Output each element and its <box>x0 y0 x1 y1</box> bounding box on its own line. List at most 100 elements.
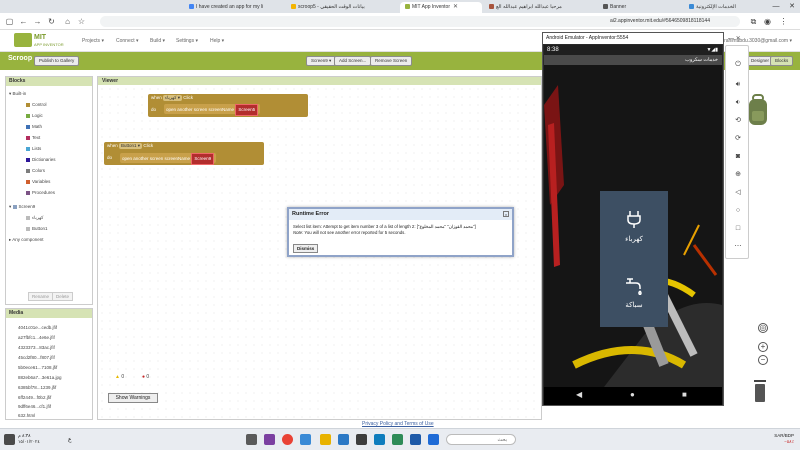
trash-icon[interactable] <box>752 378 768 404</box>
menu-connect[interactable]: Connect ▾ <box>116 38 139 44</box>
media-item[interactable]: 4323373...83ac.jfif <box>18 345 55 350</box>
zoom-icon[interactable]: ⊕ <box>733 170 743 180</box>
taskbar-clock[interactable]: ٨:٣٨ م ١٥/٠١/٢٠٢٤ <box>18 433 40 445</box>
app-icon[interactable] <box>246 434 257 445</box>
zoom-out-icon[interactable]: − <box>758 355 768 365</box>
rename-button[interactable]: Rename <box>28 292 54 301</box>
tree-component-1[interactable]: Button1 <box>26 226 48 231</box>
rotate-left-icon[interactable]: ⟲ <box>733 116 743 126</box>
taskbar-search[interactable]: بحث <box>446 434 516 445</box>
media-item[interactable]: 882eb6a7...3e61a.jpg <box>18 375 62 380</box>
open-screen-block-1[interactable]: open another screen screenName Screen5 <box>164 104 261 116</box>
screen-name-string[interactable]: Screen9 <box>191 153 215 165</box>
blocks-button[interactable]: Blocks <box>770 56 794 66</box>
tab-1[interactable]: scroop5 - بيانات الوقت الحقيقي <box>286 2 406 13</box>
media-item[interactable]: 6385bf78...1239.jfif <box>18 385 56 390</box>
screen-selector[interactable]: Screen9 ▾ <box>306 56 337 66</box>
tab-0[interactable]: I have created an app for my li <box>184 2 284 13</box>
back-triangle-icon[interactable]: ◁ <box>733 188 743 198</box>
url-field[interactable]: ai2.appinventor.mit.edu/#564650981811814… <box>100 16 740 27</box>
sidebar-icon[interactable]: ▢ <box>4 16 15 27</box>
tab-5[interactable]: الخدمات الإلكترونية <box>684 2 764 13</box>
component-dropdown[interactable]: كهرباء ▾ <box>163 95 182 101</box>
power-icon[interactable]: ⏻ <box>733 60 743 70</box>
minimize-button[interactable]: — <box>768 0 784 13</box>
home-circle-icon[interactable]: ○ <box>733 206 743 216</box>
app-icon[interactable] <box>392 434 403 445</box>
electric-plug-icon[interactable] <box>624 209 644 229</box>
close-tab-icon[interactable]: ✕ <box>453 4 458 10</box>
store-icon[interactable] <box>338 434 349 445</box>
more-icon[interactable]: ⋯ <box>733 242 743 252</box>
menu-icon[interactable]: ⋮ <box>778 16 789 27</box>
menu-settings[interactable]: Settings ▾ <box>176 38 198 44</box>
extensions-icon[interactable]: ⧉ <box>748 16 759 27</box>
tree-item-control[interactable]: Control <box>26 102 47 107</box>
phone-screen[interactable]: كهرباء سباكة <box>544 65 722 387</box>
tree-any-component[interactable]: ▸ Any component <box>9 237 44 243</box>
media-item[interactable]: a27fbfc1...4e6e.jfif <box>18 335 55 340</box>
language-indicator[interactable]: ع <box>68 436 72 443</box>
water-faucet-icon[interactable] <box>624 275 644 297</box>
close-window-button[interactable]: ✕ <box>784 0 800 13</box>
add-screen-button[interactable]: Add Screen... <box>334 56 372 66</box>
media-item[interactable]: 5b0ece61...7108.jfif <box>18 365 57 370</box>
privacy-link[interactable]: Privacy Policy and Terms of Use <box>362 421 434 427</box>
service-electricity-label[interactable]: كهرباء <box>600 235 668 243</box>
app-icon[interactable] <box>300 434 311 445</box>
back-icon[interactable]: ← <box>18 16 29 27</box>
menu-build[interactable]: Build ▾ <box>150 38 165 44</box>
menu-help[interactable]: Help ▾ <box>210 38 224 44</box>
chrome-icon[interactable] <box>282 434 293 445</box>
tree-item-logic[interactable]: Logic <box>26 113 43 118</box>
publish-gallery-button[interactable]: Publish to Gallery <box>34 56 80 66</box>
media-item[interactable]: 4041c01e...cedb.jfif <box>18 325 57 330</box>
tab-2-active[interactable]: MIT App Inventor ✕ <box>400 2 482 13</box>
media-item[interactable]: 9dff6e46...cf1.jfif <box>18 404 51 409</box>
tree-item-colors[interactable]: Colors <box>26 168 45 173</box>
start-icon[interactable] <box>428 434 439 445</box>
profile-icon[interactable]: ◉ <box>762 16 773 27</box>
widgets-icon[interactable] <box>4 434 15 445</box>
weather-widget[interactable]: SAR/BDP −٥٨٪ <box>774 433 794 445</box>
zoom-in-icon[interactable]: + <box>758 342 768 352</box>
open-screen-block-2[interactable]: open another screen screenName Screen9 <box>120 153 217 165</box>
component-dropdown[interactable]: Button1 ▾ <box>119 143 143 149</box>
nav-recents-icon[interactable]: ■ <box>682 390 687 399</box>
overview-square-icon[interactable]: □ <box>733 224 743 234</box>
tree-item-variables[interactable]: Variables <box>26 179 50 184</box>
media-item[interactable]: 632.html <box>18 413 35 418</box>
show-warnings-button[interactable]: Show Warnings <box>108 393 158 403</box>
tree-item-procedures[interactable]: Procedures <box>26 190 55 195</box>
file-explorer-icon[interactable] <box>320 434 331 445</box>
tree-screen[interactable]: ▾ Screen9 <box>9 204 35 210</box>
rotate-right-icon[interactable]: ⟳ <box>733 134 743 144</box>
tab-3[interactable]: مرحبا عبدالله ابراهيم عبدالله الع <box>484 2 594 13</box>
tree-item-dictionaries[interactable]: Dictionaries <box>26 157 56 162</box>
volume-down-icon[interactable]: 🔉︎ <box>733 98 743 108</box>
emulator-window-controls[interactable]: — ✕ <box>728 35 741 42</box>
edge-icon[interactable] <box>374 434 385 445</box>
menu-projects[interactable]: Projects ▾ <box>82 38 104 44</box>
tab-4[interactable]: Banner <box>598 2 678 13</box>
media-item[interactable]: 45cd2f80...f807.jfif <box>18 355 55 360</box>
backpack-icon[interactable] <box>746 93 770 127</box>
media-item[interactable]: 6ff2449...f0b2.jfif <box>18 395 51 400</box>
home-icon[interactable]: ⌂ <box>62 16 73 27</box>
remove-screen-button[interactable]: Remove Screen <box>370 56 413 66</box>
tree-builtin[interactable]: ▾ Built-in <box>9 91 26 97</box>
nav-home-icon[interactable]: ● <box>630 390 635 399</box>
app-icon[interactable] <box>264 434 275 445</box>
tree-item-math[interactable]: Math <box>26 124 42 129</box>
dismiss-button[interactable]: Dismiss <box>293 244 319 253</box>
tree-item-lists[interactable]: Lists <box>26 146 41 151</box>
center-target-icon[interactable]: ◎ <box>758 323 768 333</box>
delete-button[interactable]: Delete <box>52 292 74 301</box>
nav-back-icon[interactable]: ◀ <box>576 390 582 399</box>
bookmarks-icon[interactable]: ☆ <box>76 16 87 27</box>
tree-item-text[interactable]: Text <box>26 135 40 140</box>
app-icon[interactable] <box>356 434 367 445</box>
screen-name-string[interactable]: Screen5 <box>235 104 259 116</box>
tree-component-0[interactable]: كهرباء <box>26 215 43 221</box>
close-icon[interactable]: × <box>503 211 509 217</box>
